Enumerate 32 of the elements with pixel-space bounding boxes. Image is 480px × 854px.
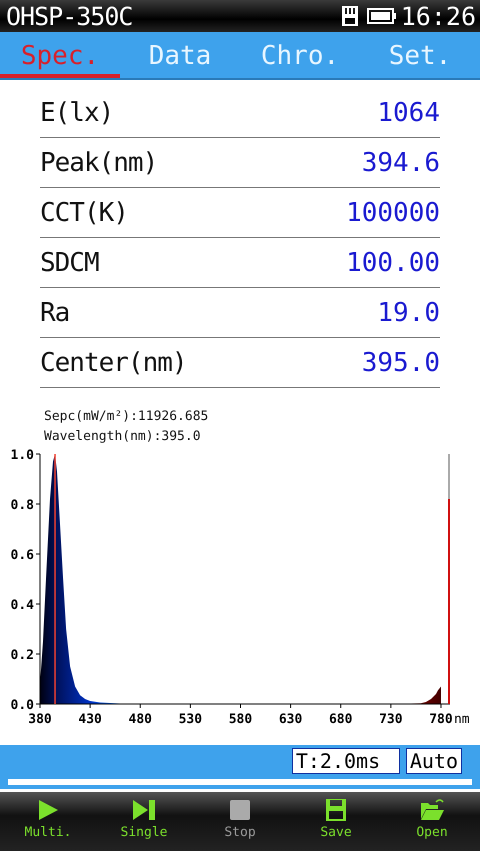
measurement-label: Center(nm) [40, 348, 187, 378]
x-tick-label: 380 [28, 712, 52, 727]
readout-text: Wavelength(nm):395.0 [44, 429, 201, 444]
x-axis-unit: nm [454, 712, 470, 727]
x-tick-label: 630 [278, 712, 302, 727]
x-tick-label: 480 [128, 712, 152, 727]
measurement-label: Peak(nm) [40, 148, 158, 178]
measurement-label: CCT(K) [40, 198, 128, 228]
measurement-value: 19.0 [377, 298, 440, 328]
x-tick-label: 530 [178, 712, 202, 727]
x-tick-label: 680 [329, 712, 352, 727]
x-tick-label: 580 [228, 712, 252, 727]
x-tick-label: 430 [78, 712, 102, 727]
y-tick-label: 0.8 [10, 498, 34, 513]
y-tick-label: 1.0 [10, 448, 34, 463]
measurement-value: 1064 [377, 98, 440, 128]
measurement-value: 100.00 [346, 248, 440, 278]
measurement-value: 394.6 [362, 148, 440, 178]
y-tick-label: 0.4 [10, 598, 34, 613]
y-tick-label: 0.2 [10, 648, 34, 663]
measurement-label: E(lx) [40, 98, 114, 128]
measurement-value: 395.0 [362, 348, 440, 378]
clock-time: 16:26 [400, 2, 476, 30]
measurement-value: 100000 [346, 198, 440, 228]
y-tick-label: 0.6 [10, 548, 34, 563]
device-title: OHSP-350C [6, 2, 134, 30]
measurement-label: SDCM [40, 248, 99, 278]
x-tick-label: 730 [379, 712, 403, 727]
y-tick-label: 0.0 [10, 698, 34, 713]
measurement-label: Ra [40, 298, 70, 328]
x-tick-label: 780 [429, 712, 453, 727]
readout-text: Sepc(mW/m²):11926.685 [44, 409, 208, 424]
